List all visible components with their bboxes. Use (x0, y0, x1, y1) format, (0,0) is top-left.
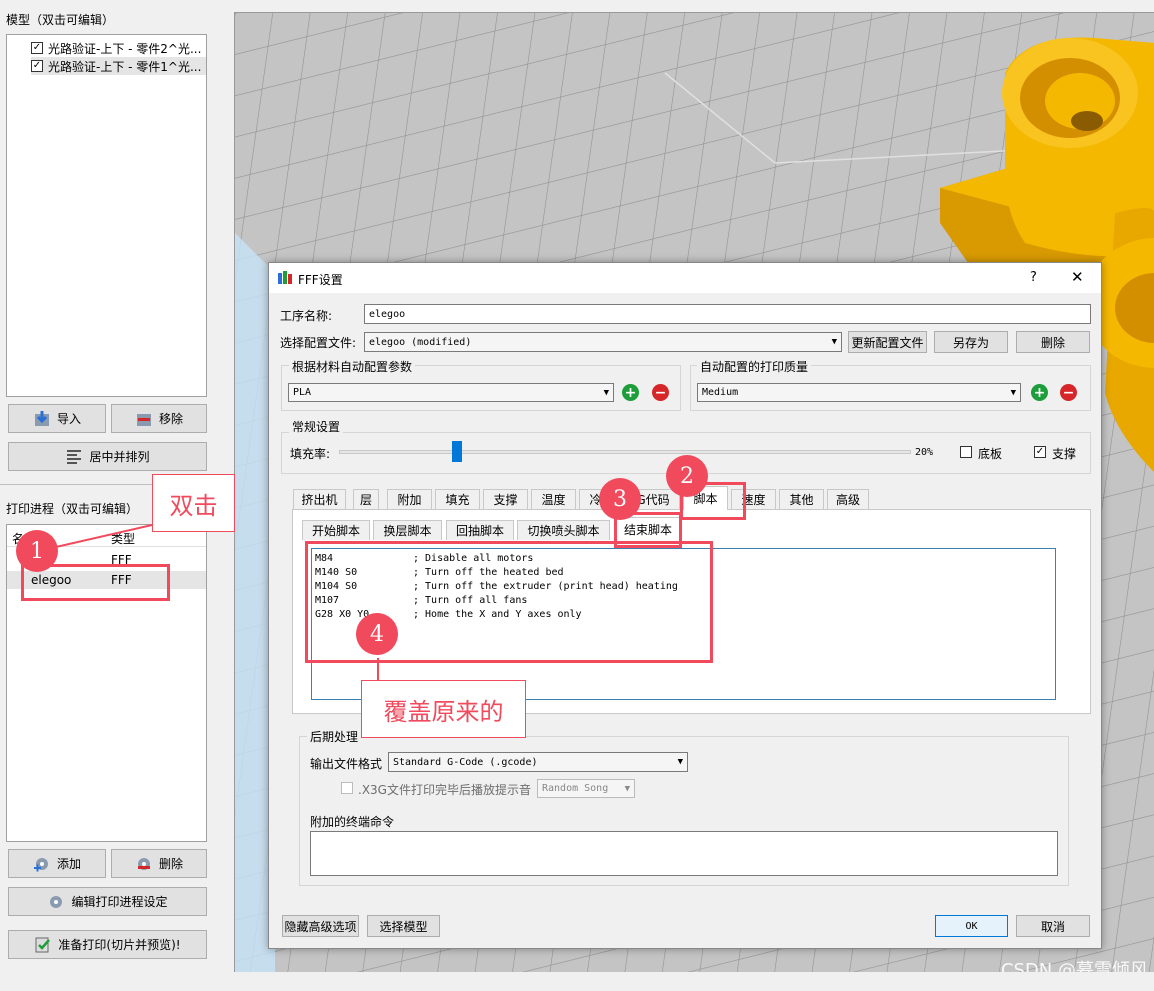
model-label: 光路验证-上下 - 零件2^光... (48, 41, 202, 56)
model-label: 光路验证-上下 - 零件1^光... (48, 59, 202, 74)
tab-extruder[interactable]: 挤出机 (293, 489, 346, 509)
output-format-label: 输出文件格式 (310, 757, 383, 771)
material-select[interactable]: PLA ▼ (288, 383, 614, 402)
gear-icon (50, 895, 63, 908)
tab-tool-change-script[interactable]: 切换喷头脚本 (517, 520, 610, 540)
tab-advanced[interactable]: 高级 (827, 489, 869, 509)
import-button[interactable]: 导入 (8, 404, 106, 433)
tab-layer-change-script[interactable]: 换层脚本 (373, 520, 442, 540)
quality-group-title: 自动配置的打印质量 (697, 358, 812, 375)
tab-temperature[interactable]: 温度 (531, 489, 576, 509)
raft-label: 底板 (978, 447, 1003, 461)
app-logo-icon (278, 271, 292, 284)
arrange-icon (67, 449, 82, 464)
support-checkbox[interactable]: ✓ (1034, 446, 1046, 458)
remove-button[interactable]: 移除 (111, 404, 207, 433)
center-arrange-button[interactable]: 居中并排列 (8, 442, 207, 471)
select-model-button[interactable]: 选择模型 (367, 915, 440, 937)
output-format-select[interactable]: Standard G-Code (.gcode) ▼ (388, 752, 688, 772)
tab-retraction-script[interactable]: 回抽脚本 (446, 520, 514, 540)
remove-quality-icon[interactable]: − (1060, 384, 1077, 401)
annotation-double-click: 双击 (152, 474, 235, 532)
process-title: 打印进程（双击可编辑） (6, 502, 139, 516)
annotation-overwrite: 覆盖原来的 (361, 680, 526, 738)
add-gear-icon (33, 857, 48, 871)
annotation-step-2: 2 (666, 455, 708, 497)
list-item[interactable]: ✓ 光路验证-上下 - 零件2^光... (31, 39, 206, 57)
close-icon[interactable]: ✕ (1071, 268, 1084, 286)
x3g-sound-label: .X3G文件打印完毕后播放提示音 (358, 783, 531, 797)
chevron-down-icon: ▼ (677, 757, 683, 767)
process-name-label: 工序名称: (280, 309, 333, 323)
remove-material-icon[interactable]: − (652, 384, 669, 401)
chevron-down-icon: ▼ (831, 337, 837, 347)
song-select[interactable]: Random Song ▼ (537, 779, 635, 798)
add-quality-icon[interactable]: + (1031, 384, 1048, 401)
annotation-step-3: 3 (599, 478, 641, 520)
extra-command-label: 附加的终端命令 (310, 815, 395, 829)
remove-icon (136, 413, 151, 426)
add-button[interactable]: 添加 (8, 849, 106, 878)
quality-select[interactable]: Medium ▼ (697, 383, 1021, 402)
prepare-print-button[interactable]: 准备打印(切片并预览)! (8, 930, 207, 959)
x3g-sound-checkbox[interactable] (341, 782, 353, 794)
ok-button[interactable]: OK (935, 915, 1008, 937)
infill-label: 填充率: (290, 447, 331, 461)
model-checkbox[interactable]: ✓ (31, 60, 43, 72)
tab-support[interactable]: 支撑 (483, 489, 528, 509)
infill-slider-handle[interactable] (451, 441, 462, 462)
models-title: 模型（双击可编辑） (6, 13, 115, 27)
delete-gear-icon (137, 857, 150, 870)
raft-checkbox[interactable] (960, 446, 972, 458)
dialog-title: FFF设置 (298, 273, 343, 287)
support-label: 支撑 (1052, 447, 1077, 461)
prepare-print-icon (35, 937, 51, 952)
models-list[interactable]: ✓ 光路验证-上下 - 零件2^光... ✓ 光路验证-上下 - 零件1^光..… (6, 34, 207, 397)
chevron-down-icon: ▼ (624, 783, 630, 794)
edit-process-button[interactable]: 编辑打印进程设定 (8, 887, 207, 916)
config-label: 选择配置文件: (280, 336, 357, 350)
tab-infill[interactable]: 填充 (435, 489, 480, 509)
infill-slider-track[interactable] (339, 450, 911, 454)
general-group-title: 常规设置 (289, 418, 344, 435)
hide-advanced-button[interactable]: 隐藏高级选项 (282, 915, 359, 937)
delete-config-button[interactable]: 删除 (1016, 331, 1090, 353)
infill-value: 20% (915, 447, 934, 458)
annotation-step-4: 4 (356, 613, 398, 655)
dialog-titlebar[interactable]: FFF设置 ? ✕ (269, 263, 1101, 293)
process-name-input[interactable]: elegoo (364, 304, 1091, 324)
help-button[interactable]: ? (1030, 270, 1037, 285)
column-header-type[interactable]: 类型 (111, 530, 135, 547)
tab-other[interactable]: 其他 (779, 489, 824, 509)
annotation-step-1: 1 (16, 530, 58, 572)
config-select[interactable]: elegoo (modified) ▼ (364, 332, 842, 352)
save-as-button[interactable]: 另存为 (934, 331, 1008, 353)
update-config-button[interactable]: 更新配置文件 (848, 331, 927, 353)
tab-layer[interactable]: 层 (353, 489, 379, 509)
tab-additions[interactable]: 附加 (387, 489, 432, 509)
extra-command-input[interactable] (310, 831, 1058, 876)
tab-start-script[interactable]: 开始脚本 (302, 520, 370, 540)
chevron-down-icon: ▼ (1010, 387, 1016, 398)
list-item[interactable]: ✓ 光路验证-上下 - 零件1^光... (31, 57, 206, 75)
post-processing-title: 后期处理 (307, 728, 362, 745)
watermark: CSDN @暮雪倾风 (1000, 960, 1148, 972)
chevron-down-icon: ▼ (603, 387, 609, 398)
import-icon (34, 410, 49, 426)
model-checkbox[interactable]: ✓ (31, 42, 43, 54)
delete-process-button[interactable]: 删除 (111, 849, 207, 878)
add-material-icon[interactable]: + (622, 384, 639, 401)
cancel-button[interactable]: 取消 (1016, 915, 1090, 937)
material-group-title: 根据材料自动配置参数 (289, 358, 416, 375)
